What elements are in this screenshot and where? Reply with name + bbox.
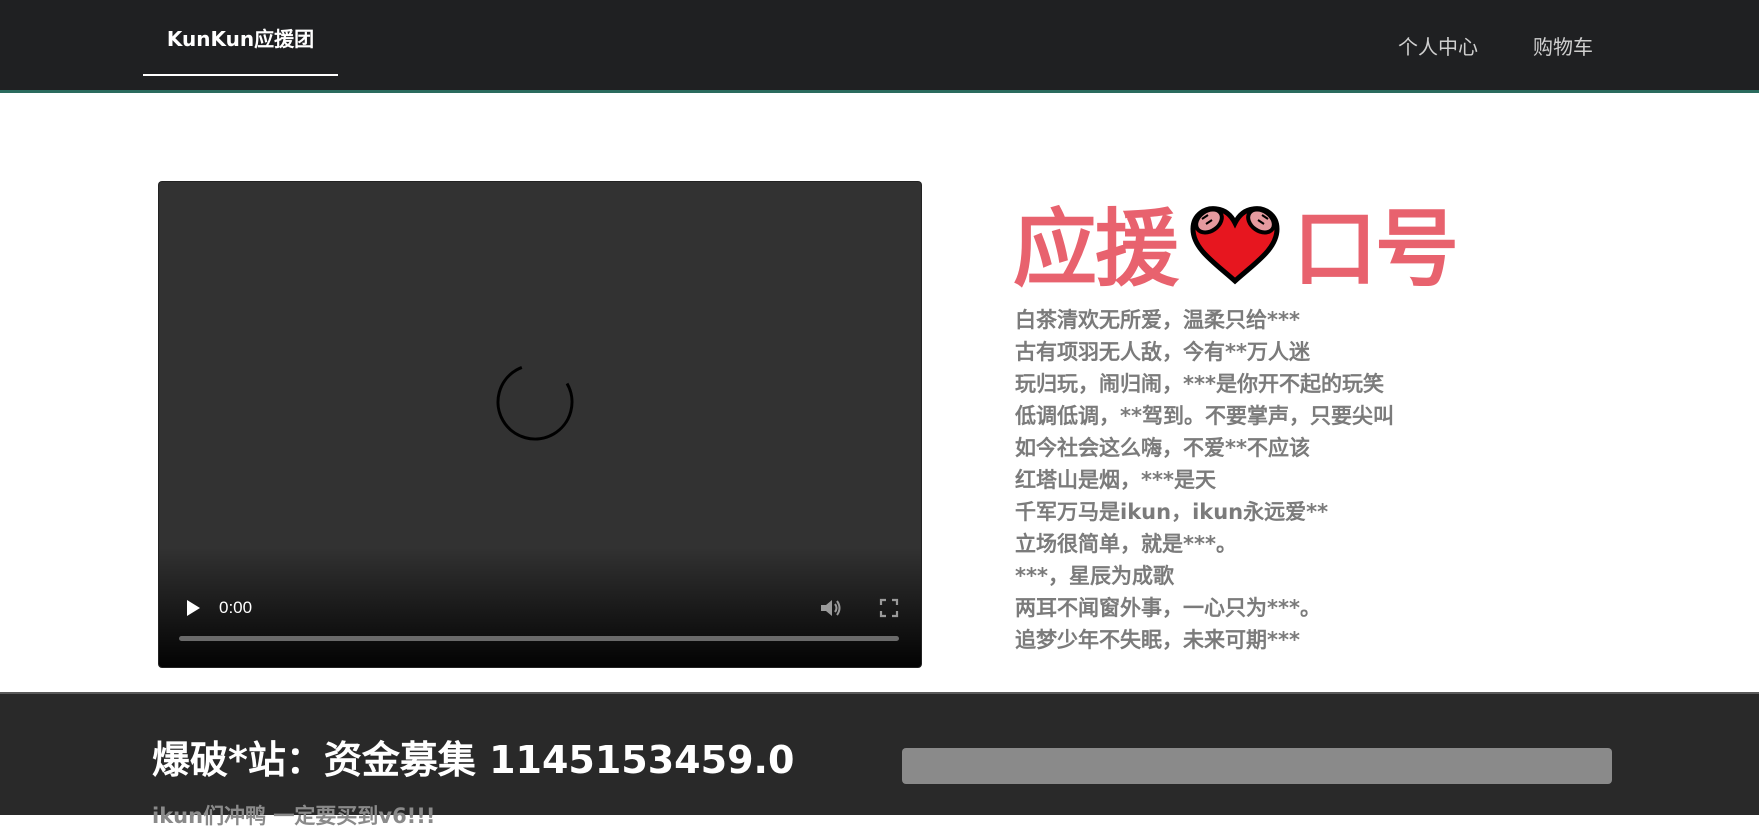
video-progress-track[interactable] [179, 636, 899, 641]
slogan-heading: 应援 口号 [1013, 196, 1459, 298]
funding-subtitle: ikun们冲鸭 一定要买到v6!!! [152, 804, 436, 828]
video-controls-gradient [159, 547, 921, 667]
volume-icon[interactable] [819, 597, 843, 619]
top-navbar: KunKun应援团 个人中心 购物车 [0, 0, 1759, 93]
nav-personal-center[interactable]: 个人中心 [1398, 0, 1478, 90]
slogan-line: 两耳不闻窗外事，一心只为***。 [1015, 596, 1321, 620]
slogan-line: 玩归玩，闹归闹，***是你开不起的玩笑 [1015, 372, 1384, 396]
slogan-line: 白茶清欢无所爱，温柔只给*** [1015, 308, 1300, 332]
loading-spinner-icon [496, 363, 574, 441]
brand-link[interactable]: KunKun应援团 [143, 0, 338, 76]
slogan-line: 低调低调，**驾到。不要掌声，只要尖叫 [1015, 404, 1394, 428]
slogan-title-right: 口号 [1293, 199, 1459, 298]
slogan-line: ***，星辰为成歌 [1015, 564, 1174, 588]
video-player[interactable]: 0:00 [159, 182, 921, 667]
nav-shopping-cart[interactable]: 购物车 [1533, 0, 1593, 90]
slogan-list: 白茶清欢无所爱，温柔只给*** 古有项羽无人敌，今有**万人迷 玩归玩，闹归闹，… [1015, 304, 1415, 660]
slogan-line: 千军万马是ikun，ikun永远爱** [1015, 500, 1329, 524]
heart-hands-icon [1190, 206, 1280, 285]
funding-title: 爆破*站：资金募集 1145153459.0 [152, 738, 795, 782]
play-icon[interactable] [183, 598, 203, 618]
funding-progress-bar [902, 748, 1612, 784]
slogan-line: 追梦少年不失眠，未来可期*** [1015, 628, 1300, 652]
slogan-line: 古有项羽无人敌，今有**万人迷 [1015, 340, 1310, 364]
slogan-line: 红塔山是烟，***是天 [1015, 468, 1216, 492]
slogan-line: 如今社会这么嗨，不爱**不应该 [1015, 436, 1310, 460]
fullscreen-icon[interactable] [879, 598, 899, 618]
funding-section: 爆破*站：资金募集 1145153459.0 ikun们冲鸭 一定要买到v6!!… [0, 692, 1759, 828]
funding-progress-fill [902, 748, 1612, 784]
slogan-line: 立场很简单，就是***。 [1015, 532, 1237, 556]
slogan-title-left: 应援 [1013, 199, 1179, 298]
video-time: 0:00 [219, 598, 253, 617]
